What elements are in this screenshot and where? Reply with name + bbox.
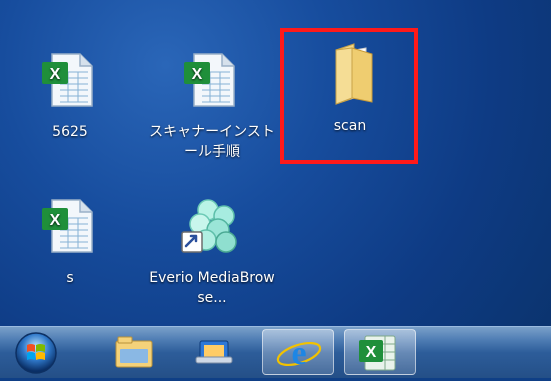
start-button[interactable]: [10, 329, 62, 377]
svg-text:X: X: [192, 66, 203, 83]
desktop: X 5625 X スキャナーインストール手順 scan X s Everio M…: [0, 0, 551, 326]
desktop-icon-everio-mediabrowser[interactable]: Everio MediaBrowse...: [148, 194, 276, 308]
taskbar-button-media-center[interactable]: [178, 329, 250, 375]
svg-text:X: X: [366, 344, 377, 361]
taskbar-button-internet-explorer[interactable]: e: [262, 329, 334, 375]
svg-text:X: X: [50, 66, 61, 83]
excel-icon: X: [359, 335, 396, 371]
desktop-icon-scanner-install[interactable]: X スキャナーインストール手順: [148, 48, 276, 162]
icon-label: Everio MediaBrowse...: [149, 270, 275, 306]
desktop-icon-s[interactable]: X s: [6, 194, 134, 288]
icon-label: スキャナーインストール手順: [149, 124, 275, 160]
taskbar: e X: [0, 326, 551, 378]
internet-explorer-icon: e: [276, 335, 322, 372]
icon-label: scan: [333, 118, 367, 134]
icon-label: 5625: [52, 124, 88, 140]
file-explorer-icon: [115, 336, 153, 368]
folder-icon: [318, 42, 382, 106]
svg-text:X: X: [50, 212, 61, 229]
svg-text:e: e: [291, 335, 306, 372]
windows-logo-icon: [15, 332, 57, 374]
everio-shortcut-icon: [180, 194, 244, 258]
excel-file-icon: X: [180, 48, 244, 112]
taskbar-button-excel[interactable]: X: [344, 329, 416, 375]
media-center-icon: [195, 340, 233, 364]
icon-label: s: [66, 270, 74, 286]
desktop-icon-scan-folder[interactable]: scan: [286, 42, 414, 136]
desktop-icon-5625[interactable]: X 5625: [6, 48, 134, 142]
excel-file-icon: X: [38, 194, 102, 258]
taskbar-button-file-explorer[interactable]: [98, 329, 170, 375]
excel-file-icon: X: [38, 48, 102, 112]
